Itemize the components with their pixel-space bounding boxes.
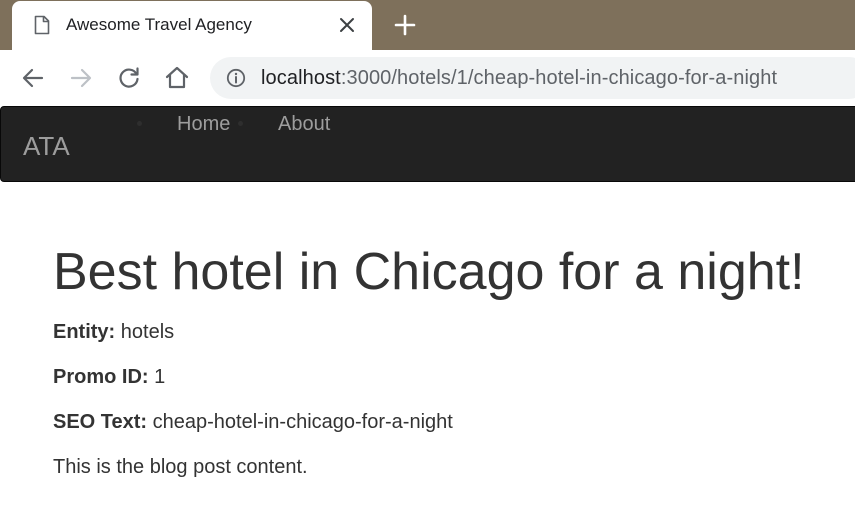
post-body: This is the blog post content.	[53, 456, 308, 478]
nav-link-home[interactable]: Home	[177, 113, 230, 136]
brand-link[interactable]: ATA	[23, 131, 70, 162]
entity-label: Entity:	[53, 321, 116, 343]
url-text[interactable]: localhost:3000/hotels/1/cheap-hotel-in-c…	[261, 67, 777, 90]
info-icon[interactable]	[226, 68, 246, 88]
page-title: Best hotel in Chicago for a night!	[53, 243, 805, 301]
promo-id-field: Promo ID: 1	[53, 366, 165, 389]
seo-text-field: SEO Text: cheap-hotel-in-chicago-for-a-n…	[53, 411, 453, 434]
browser-tab[interactable]: Awesome Travel Agency	[12, 1, 372, 50]
reload-icon[interactable]	[115, 64, 143, 92]
browser-toolbar: localhost:3000/hotels/1/cheap-hotel-in-c…	[0, 50, 855, 106]
address-bar[interactable]: localhost:3000/hotels/1/cheap-hotel-in-c…	[210, 57, 855, 99]
page-icon	[34, 15, 50, 35]
promo-id-value: 1	[154, 366, 166, 388]
seo-text-label: SEO Text:	[53, 411, 148, 433]
seo-text-value: cheap-hotel-in-chicago-for-a-night	[152, 411, 453, 433]
url-path: :3000/hotels/1/cheap-hotel-in-chicago-fo…	[340, 67, 778, 89]
promo-id-label: Promo ID:	[53, 366, 149, 388]
list-bullet-dot	[137, 121, 142, 126]
entity-value: hotels	[120, 321, 175, 343]
new-tab-plus-icon[interactable]	[392, 12, 418, 38]
nav-link-about[interactable]: About	[278, 113, 330, 136]
main-content: Best hotel in Chicago for a night!	[53, 240, 805, 304]
forward-arrow-icon[interactable]	[67, 64, 95, 92]
site-navbar: ATA Home About	[0, 106, 855, 182]
list-bullet-dot	[238, 121, 243, 126]
tab-title: Awesome Travel Agency	[66, 15, 252, 34]
tab-strip: Awesome Travel Agency	[0, 0, 855, 50]
close-icon[interactable]	[337, 15, 357, 35]
url-host: localhost	[261, 67, 341, 89]
home-icon[interactable]	[163, 64, 191, 92]
entity-field: Entity: hotels	[53, 321, 174, 344]
back-arrow-icon[interactable]	[19, 64, 47, 92]
